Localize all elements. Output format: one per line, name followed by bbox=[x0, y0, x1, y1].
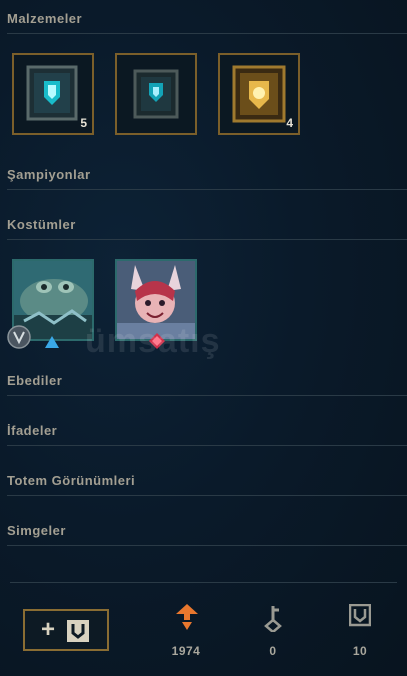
plus-icon: + bbox=[41, 616, 56, 643]
skins-title: Kostümler bbox=[7, 217, 76, 232]
item-count: 4 bbox=[286, 116, 293, 130]
craft-chest-button[interactable]: + bbox=[23, 609, 109, 651]
chest-icon bbox=[67, 620, 89, 642]
material-item-3[interactable]: 4 bbox=[218, 53, 300, 135]
key-icon bbox=[264, 606, 282, 632]
divider bbox=[7, 189, 407, 190]
watermark: ümsatış bbox=[85, 322, 221, 360]
emotes-title: İfadeler bbox=[7, 423, 58, 438]
item-count: 5 bbox=[80, 116, 87, 130]
wards-title: Totem Görünümleri bbox=[7, 473, 136, 488]
chest-icon bbox=[349, 604, 371, 627]
divider bbox=[7, 445, 407, 446]
eternals-title: Ebediler bbox=[7, 373, 63, 388]
orange-essence-icon bbox=[176, 604, 198, 630]
divider bbox=[7, 395, 407, 396]
champions-title: Şampiyonlar bbox=[7, 167, 91, 182]
divider bbox=[7, 545, 407, 546]
blue-gem-icon bbox=[45, 336, 59, 348]
divider bbox=[7, 239, 407, 240]
key-value: 0 bbox=[269, 644, 277, 658]
divider bbox=[7, 495, 407, 496]
materials-title: Malzemeler bbox=[7, 11, 83, 26]
material-item-2[interactable] bbox=[115, 53, 197, 135]
divider bbox=[10, 582, 397, 583]
hextech-chest-icon bbox=[133, 69, 179, 119]
icons-title: Simgeler bbox=[7, 523, 66, 538]
chest-value: 10 bbox=[352, 644, 368, 658]
orange-essence-value: 1974 bbox=[171, 644, 201, 658]
material-item-1[interactable]: 5 bbox=[12, 53, 94, 135]
divider bbox=[7, 33, 407, 34]
loot-footer: + 1974 0 10 bbox=[0, 582, 407, 676]
chroma-badge-icon bbox=[7, 325, 31, 349]
